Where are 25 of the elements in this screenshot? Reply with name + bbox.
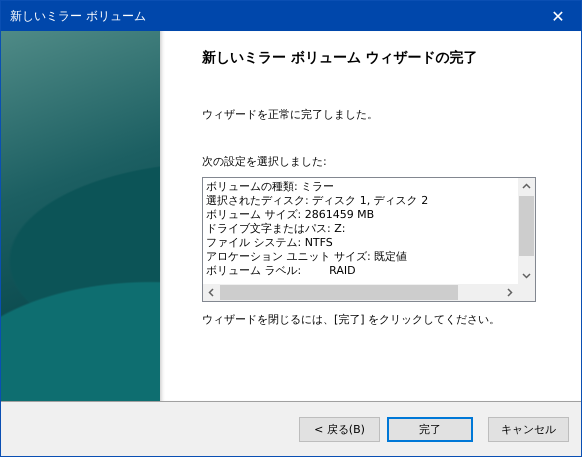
dialog-button[interactable]: キャンセル bbox=[488, 416, 569, 442]
settings-line: ドライブ文字またはパス: Z: bbox=[206, 222, 346, 236]
scroll-up-icon[interactable] bbox=[522, 182, 531, 191]
vertical-scrollbar[interactable] bbox=[518, 178, 535, 284]
settings-label: 次の設定を選択しました: bbox=[202, 154, 328, 169]
dialog-button[interactable]: 完了 bbox=[387, 416, 473, 442]
status-message: ウィザードを正常に完了しました。 bbox=[202, 107, 379, 122]
settings-line: ボリューム ラベル: RAID bbox=[206, 264, 357, 278]
settings-line: ボリュームの種類: ミラー bbox=[206, 180, 336, 194]
settings-line: ファイル システム: NTFS bbox=[206, 236, 334, 250]
settings-line: アロケーション ユニット サイズ: 既定値 bbox=[206, 250, 408, 264]
scroll-thumb[interactable] bbox=[519, 196, 534, 256]
horizontal-scrollbar[interactable] bbox=[203, 284, 518, 301]
dialog-button[interactable]: < 戻る(B) bbox=[299, 416, 380, 442]
wizard-heading: 新しいミラー ボリューム ウィザードの完了 bbox=[202, 49, 479, 67]
scroll-right-icon[interactable] bbox=[505, 288, 514, 297]
window-title: 新しいミラー ボリューム bbox=[10, 8, 146, 24]
settings-line: ボリューム サイズ: 2861459 MB bbox=[206, 208, 376, 222]
close-button[interactable]: ✕ bbox=[535, 1, 581, 31]
scroll-down-icon[interactable] bbox=[522, 271, 531, 280]
closing-hint: ウィザードを閉じるには、[完了] をクリックしてください。 bbox=[202, 312, 502, 327]
settings-line: 選択されたディスク: ディスク 1, ディスク 2 bbox=[206, 194, 430, 208]
scroll-thumb[interactable] bbox=[220, 285, 458, 300]
settings-list[interactable]: ボリュームの種類: ミラー 選択されたディスク: ディスク 1, ディスク 2 ボリューム サイズ: 2861459 MB ドライブ文字またはパス: Z: ファイル システム: NTFS アロケーション ユニット サイズ: 既定値 ボリューム ラベル: RAID bbox=[202, 177, 536, 302]
scroll-left-icon[interactable] bbox=[207, 288, 216, 297]
